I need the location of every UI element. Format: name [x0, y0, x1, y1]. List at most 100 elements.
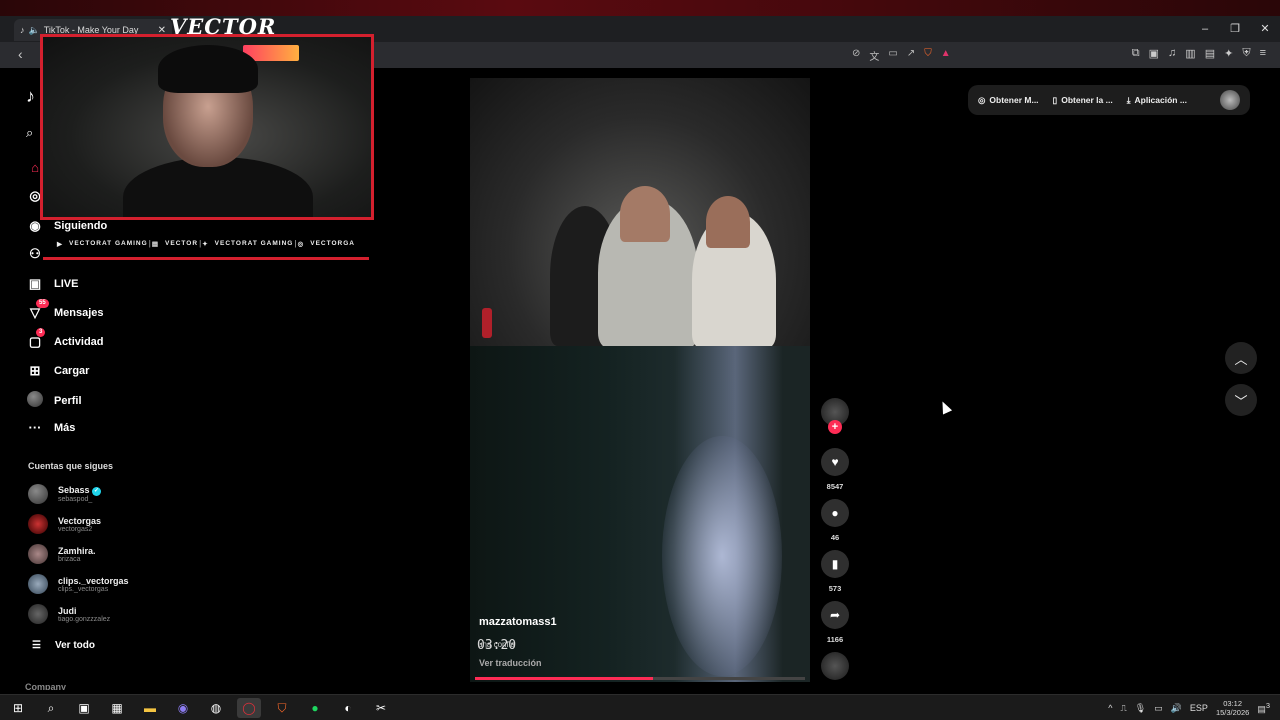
account-name: Sebass [58, 485, 90, 496]
search-icon[interactable]: ⌕ [26, 125, 33, 141]
share-button[interactable]: ➦ 1166 [819, 601, 851, 644]
close-window-button[interactable]: ✕ [1250, 16, 1280, 42]
nav-live[interactable]: ▣ LIVE [26, 276, 79, 292]
network-icon[interactable]: ▭ [1154, 703, 1163, 714]
account-name: Vectorgas [58, 515, 102, 526]
task-view-icon[interactable]: ▣ [72, 698, 96, 718]
music-icon[interactable]: ♫ [1168, 47, 1176, 60]
streamer-logo: VECTOR [170, 14, 277, 39]
windows-start-icon[interactable]: ⊞ [6, 698, 30, 718]
chevron-up-icon[interactable]: ^ [1108, 703, 1112, 713]
windows-taskbar: ⊞ ⌕ ▣ ▦ ▬ ◉ ◍ ◯ ⛉ ● ◐ ✂ ^ ⎍ 🎙 ▭ 🔊 ESP 03… [0, 694, 1280, 720]
youtube-icon: ▶ [57, 240, 63, 248]
like-button[interactable]: ♥ 8547 [819, 448, 851, 491]
brave-shield-icon[interactable]: ⛉ [924, 48, 932, 63]
save-button[interactable]: ▮ 573 [819, 550, 851, 593]
nav-messages[interactable]: ▽ 55 Mensajes [26, 299, 104, 321]
previous-video-button[interactable]: ︿ [1225, 342, 1257, 374]
steam-icon[interactable]: ◍ [204, 698, 228, 718]
user-avatar[interactable] [1220, 90, 1240, 110]
comment-button[interactable]: ● 46 [819, 499, 851, 542]
account-item[interactable]: Judi tiago.gonzzzalez [28, 604, 110, 624]
video-progress-bar[interactable] [475, 677, 805, 680]
social-instagram: ◎ VECTORGA [297, 240, 355, 248]
video-username[interactable]: mazzatomass1 [479, 616, 557, 628]
discord-icon[interactable]: ◉ [171, 698, 195, 718]
extensions-icon[interactable]: ⧉ [1132, 47, 1140, 60]
clock[interactable]: 03:12 15/3/2026 [1216, 699, 1249, 717]
restore-button[interactable]: ❐ [1220, 16, 1250, 42]
account-avatar [28, 604, 48, 624]
top-actions-bar: ◎ Obtener M... ▯ Obtener la ... ⤓ Aplicació… [968, 85, 1250, 115]
opera-icon[interactable]: ◯ [237, 698, 261, 718]
minimize-button[interactable]: – [1190, 16, 1220, 42]
account-item[interactable]: Vectorgas vectorgas2 [28, 514, 101, 534]
taskbar-apps: ⊞ ⌕ ▣ ▦ ▬ ◉ ◍ ◯ ⛉ ● ◐ ✂ [6, 698, 393, 718]
wallet-card-icon[interactable]: ▤ [1205, 47, 1215, 60]
brave-rewards-icon[interactable]: ▲ [941, 48, 951, 63]
twitter-icon: ✦ [202, 240, 209, 248]
video-frame-top [470, 78, 810, 348]
social-twitch: ▤ VECTOR [151, 240, 199, 248]
account-name: clips._vectorgas [58, 575, 129, 586]
leo-icon[interactable]: ✦ [1224, 47, 1233, 60]
no-tracking-icon[interactable]: ⊘ [852, 48, 860, 63]
mouse-cursor [937, 399, 953, 415]
volume-icon[interactable]: 🔊 [1171, 703, 1182, 714]
nav-upload-label: Cargar [54, 365, 90, 377]
account-item[interactable]: Zamhira. brizaca [28, 544, 96, 564]
messages-badge: 55 [36, 299, 49, 308]
notifications-icon[interactable]: ▤3 [1257, 701, 1270, 715]
friends-icon: ⚇ [29, 246, 41, 261]
chevron-up-icon: ︿ [1234, 351, 1248, 367]
nav-activity[interactable]: ▢ 3 Actividad [26, 328, 104, 350]
brave-icon[interactable]: ⛉ [270, 698, 294, 718]
vpn-icon[interactable]: ⛨ [1242, 47, 1250, 60]
activity-icon: ▢ 3 [26, 328, 46, 350]
translate-link[interactable]: Ver traducción [479, 658, 542, 668]
account-item[interactable]: clips._vectorgas clips._vectorgas [28, 574, 129, 594]
vm-icon[interactable]: ▦ [105, 698, 129, 718]
account-name: Zamhira. [58, 545, 96, 556]
translate-icon[interactable]: 文 [869, 48, 879, 63]
company-link[interactable]: Company [25, 682, 66, 690]
account-handle: tiago.gonzzzalez [58, 615, 111, 623]
get-app-button[interactable]: ▯ Obtener la ... [1053, 95, 1113, 106]
download-icon: ⤓ [1126, 94, 1131, 105]
nav-more-label: Más [54, 421, 76, 434]
spotify-icon[interactable]: ● [303, 698, 327, 718]
twitch-icon: ▤ [151, 240, 160, 248]
menu-icon[interactable]: ≡ [1260, 47, 1266, 60]
nav-friends[interactable]: ⚇ [26, 246, 44, 262]
usb-icon[interactable]: ⎍ [1120, 703, 1126, 714]
follow-plus-icon[interactable]: + [828, 420, 842, 434]
video-player[interactable]: mazzatomass1 03:20 una confia Ver traduc… [470, 78, 810, 682]
nav-profile[interactable]: Perfil [26, 391, 82, 410]
audio-icon[interactable]: 🔈 [29, 25, 40, 36]
next-video-button[interactable]: ﹀ [1225, 384, 1257, 416]
back-arrow-icon[interactable]: ‹ [18, 46, 23, 62]
address-icons: ⊘ 文 ▭ ↗ ⛉ ▲ [852, 48, 951, 63]
webcam-overlay [40, 34, 374, 220]
share-icon[interactable]: ↗ [907, 48, 915, 63]
nav-more[interactable]: ··· Más [26, 420, 76, 435]
microphone-icon[interactable]: 🎙 [1135, 703, 1146, 714]
wallet-icon[interactable]: ▣ [1149, 47, 1159, 60]
tiktok-logo[interactable]: ♪ [26, 86, 35, 107]
creator-avatar[interactable]: + [819, 398, 851, 434]
search-icon[interactable]: ⌕ [39, 698, 63, 718]
desktop-app-button[interactable]: ⤓ Aplicación ... [1127, 95, 1187, 106]
language-indicator[interactable]: ESP [1190, 703, 1208, 713]
more-icon: ··· [28, 420, 42, 435]
music-disc[interactable] [819, 652, 851, 680]
nav-upload[interactable]: ⊞ Cargar [26, 363, 90, 379]
account-item[interactable]: Sebass ✓ sebaspod_ [28, 484, 102, 504]
comment-icon: ● [821, 499, 849, 527]
see-all-link[interactable]: ☰ Ver todo [32, 640, 95, 651]
file-explorer-icon[interactable]: ▬ [138, 698, 162, 718]
cast-icon[interactable]: ▭ [888, 48, 897, 63]
obs-icon[interactable]: ◐ [336, 698, 360, 718]
capcut-icon[interactable]: ✂ [369, 698, 393, 718]
get-coins-button[interactable]: ◎ Obtener M... [978, 95, 1039, 106]
sidebar-icon[interactable]: ▥ [1185, 47, 1195, 60]
